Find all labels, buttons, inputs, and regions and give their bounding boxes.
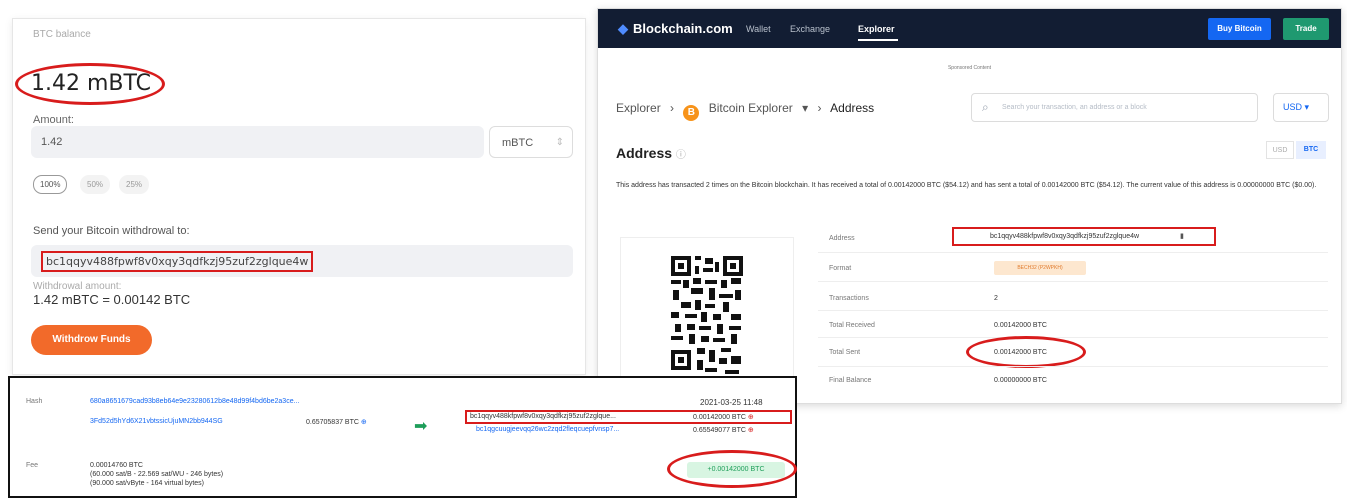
sent-highlight — [966, 336, 1086, 368]
percent-100-button[interactable]: 100% — [33, 175, 68, 194]
blockchain-logo-icon: ◆ — [618, 21, 628, 36]
currency-toggle: USD BTC — [1266, 141, 1330, 159]
address-input[interactable]: bc1qqyv488fpwf8v0xqy3qdfkzj95zuf2zglque4… — [31, 245, 573, 277]
fee-rate-vbytes: (90.000 sat/vByte - 164 virtual bytes) — [90, 480, 204, 487]
explorer-window: ◆ Blockchain.com Wallet Exchange Explorer… — [597, 8, 1342, 404]
fee-label: Fee — [26, 462, 39, 469]
qr-code-icon — [669, 254, 745, 384]
unit-select[interactable]: mBTC ⇕ — [489, 126, 573, 158]
fee-rate-bytes: (60.000 sat/B - 22.569 sat/WU - 246 byte… — [90, 471, 224, 478]
tx-hash-link[interactable]: 680a8651679cad93b8eb64e9e23280612b8e48d9… — [90, 398, 299, 405]
balance-highlight — [15, 63, 165, 105]
currency-value: USD — [1283, 102, 1303, 112]
chevron-right-icon: › — [817, 101, 822, 115]
row-divider — [818, 252, 1328, 253]
balance-row-value: 0.00000000 BTC — [994, 377, 1047, 384]
withdrawal-amount-value: 1.42 mBTC = 0.00142 BTC — [33, 292, 191, 307]
row-divider — [818, 281, 1328, 282]
output1-amount-value: 0.00142000 BTC — [693, 414, 746, 421]
breadcrumb-explorer[interactable]: Explorer — [616, 101, 661, 115]
withdrawal-amount-label: Withdrowal amount: — [33, 281, 122, 292]
chevron-down-icon: ▾ — [1304, 102, 1310, 112]
chevron-updown-icon: ⇕ — [555, 137, 564, 148]
sponsored-label: Sponsored Content — [947, 65, 992, 71]
output2-amount-value: 0.65549077 BTC — [693, 427, 746, 434]
sent-row-label: Total Sent — [829, 349, 861, 356]
bitcoin-icon: B — [683, 105, 700, 121]
address-row-label: Address — [829, 235, 855, 242]
chevron-down-icon: ▾ — [802, 101, 809, 115]
balance-row-label: Final Balance — [829, 377, 872, 384]
breadcrumb: Explorer › B Bitcoin Explorer ▾ › Addres… — [616, 101, 880, 121]
copy-icon[interactable]: ▮ — [1180, 232, 1184, 240]
row-divider — [818, 310, 1328, 311]
received-row-label: Total Received — [829, 322, 875, 329]
buy-bitcoin-button[interactable]: Buy Bitcoin — [1208, 18, 1271, 40]
brand-name: Blockchain.com — [633, 21, 733, 36]
send-label: Send your Bitcoin withdrowal to: — [33, 225, 190, 237]
fee-value: 0.00014760 BTC — [90, 462, 143, 469]
tx-date: 2021-03-25 11:48 — [700, 398, 763, 407]
info-icon[interactable]: ⓘ — [676, 150, 686, 161]
toggle-usd[interactable]: USD — [1266, 141, 1294, 159]
percent-50-button[interactable]: 50% — [80, 175, 111, 194]
row-divider — [818, 337, 1328, 338]
transactions-row-value: 2 — [994, 295, 998, 302]
amount-label: Amount: — [33, 114, 74, 126]
breadcrumb-address: Address — [830, 101, 875, 115]
nav-wallet[interactable]: Wallet — [746, 24, 771, 34]
address-description: This address has transacted 2 times on t… — [616, 182, 1317, 189]
plus-circle-icon[interactable]: ⊕ — [748, 427, 754, 434]
withdraw-panel: BTC balance 1.42 mBTC Amount: 1.42 mBTC … — [12, 18, 586, 375]
input-address-link[interactable]: 3Fd52d5hYd6X21vbtssicUjuMN2bb944SG — [90, 418, 223, 425]
brand-logo[interactable]: ◆ Blockchain.com — [618, 21, 733, 37]
transactions-row-label: Transactions — [829, 295, 869, 302]
currency-select[interactable]: USD ▾ — [1273, 93, 1329, 122]
nav-explorer[interactable]: Explorer — [858, 24, 895, 34]
plus-circle-icon[interactable]: ⊕ — [361, 419, 367, 426]
chevron-right-icon: › — [670, 101, 675, 115]
transaction-card: Hash 680a8651679cad93b8eb64e9e23280612b8… — [8, 376, 797, 498]
address-value: bc1qqyv488fpwf8v0xqy3qdfkzj95zuf2zglque4… — [41, 251, 314, 272]
output1-address-link[interactable]: bc1qqyv488kfpwf8v0xqy3qdfkzj95zuf2zglque… — [470, 413, 616, 420]
row-divider — [818, 366, 1328, 367]
address-row-highlight: bc1qqyv488kfpwf8v0xqy3qdfkzj95zuf2zglque… — [952, 227, 1216, 246]
net-amount-highlight — [667, 450, 797, 488]
page-title-text: Address — [616, 145, 673, 161]
breadcrumb-bitcoin-explorer[interactable]: Bitcoin Explorer — [709, 101, 793, 115]
received-row-value: 0.00142000 BTC — [994, 322, 1047, 329]
output2-address-link[interactable]: bc1qgcuugjeevqq26wc2zqd2fleqcuepfvnsp7..… — [476, 426, 619, 433]
address-row-value: bc1qqyv488kfpwf8v0xqy3qdfkzj95zuf2zglque… — [990, 233, 1140, 240]
search-placeholder: Search your transaction, an address or a… — [1002, 104, 1147, 111]
plus-circle-icon[interactable]: ⊕ — [748, 414, 754, 421]
trade-button[interactable]: Trade — [1283, 18, 1329, 40]
balance-label: BTC balance — [33, 29, 91, 40]
format-badge: BECH32 (P2WPKH) — [994, 261, 1086, 275]
output2-amount: 0.65549077 BTC ⊕ — [693, 426, 754, 434]
toggle-btc[interactable]: BTC — [1296, 141, 1326, 159]
output1-amount: 0.00142000 BTC ⊕ — [693, 413, 754, 421]
top-navbar: ◆ Blockchain.com Wallet Exchange Explorer… — [598, 9, 1341, 48]
format-row-label: Format — [829, 265, 852, 272]
unit-value: mBTC — [502, 137, 534, 149]
search-icon: ⌕ — [982, 100, 989, 114]
input-amount-value: 0.65705837 BTC — [306, 419, 359, 426]
amount-input[interactable]: 1.42 — [31, 126, 484, 158]
hash-label: Hash — [26, 398, 43, 405]
active-nav-underline — [858, 39, 898, 41]
page-title: Address ⓘ — [616, 145, 686, 161]
arrow-right-icon: ➡ — [414, 418, 428, 435]
nav-exchange[interactable]: Exchange — [790, 24, 830, 34]
search-input[interactable]: ⌕ Search your transaction, an address or… — [971, 93, 1258, 122]
percent-25-button[interactable]: 25% — [119, 175, 150, 194]
withdraw-funds-button[interactable]: Withdrow Funds — [31, 325, 152, 355]
input-amount: 0.65705837 BTC ⊕ — [306, 418, 367, 426]
